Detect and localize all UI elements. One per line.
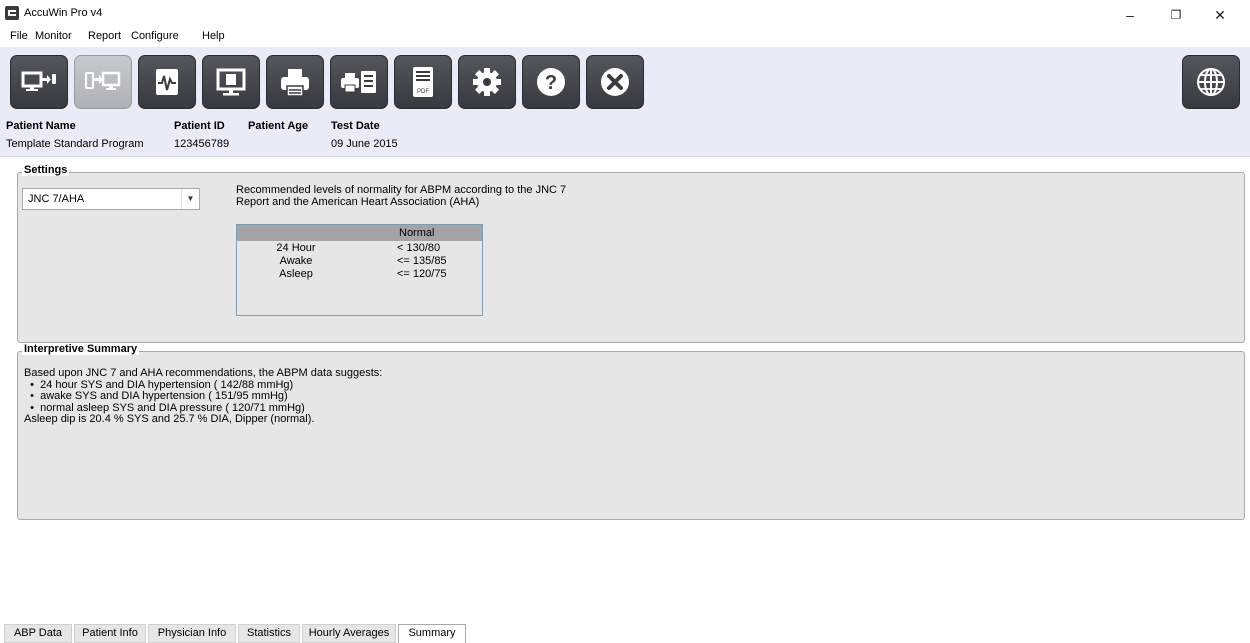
upload-to-monitor-button[interactable] (74, 55, 132, 109)
patient-id-label: Patient ID (174, 120, 225, 132)
export-pdf-button[interactable]: PDF (394, 55, 452, 109)
display-report-icon (216, 68, 246, 96)
patient-id-value: 123456789 (174, 138, 230, 150)
normality-table: Normal 24 Hour < 130/80 Awake <= 135/85 … (236, 224, 483, 316)
settings-group (17, 172, 1245, 343)
value-cell: <= 135/85 (397, 255, 447, 267)
chevron-down-icon[interactable]: ▼ (181, 189, 199, 209)
tab-hourly-averages[interactable]: Hourly Averages (302, 624, 396, 643)
print-list-icon (341, 71, 376, 93)
patient-age-label: Patient Age (248, 120, 309, 132)
language-button[interactable] (1182, 55, 1240, 109)
menu-monitor[interactable]: Monitor (35, 30, 72, 42)
menu-file[interactable]: File (10, 30, 28, 42)
tab-patient-info[interactable]: Patient Info (74, 624, 146, 643)
menu-help[interactable]: Help (202, 30, 225, 42)
summary-line: Asleep dip is 20.4 % SYS and 25.7 % DIA,… (24, 413, 315, 425)
period-cell: Asleep (279, 268, 313, 280)
svg-text:?: ? (545, 72, 557, 94)
settings-title: Settings (22, 164, 70, 176)
svg-text:PDF: PDF (417, 89, 429, 95)
close-button[interactable]: ✕ (1206, 4, 1234, 26)
toolbar: PDF ? Patient Name Template Standard Pro… (0, 47, 1250, 157)
close-circle-icon (601, 68, 629, 96)
gear-icon (473, 68, 501, 96)
period-cell: Awake (279, 255, 313, 267)
tab-statistics[interactable]: Statistics (238, 624, 300, 643)
computer-to-monitor-icon (85, 71, 121, 90)
menu-report[interactable]: Report (88, 30, 121, 42)
patient-name-value: Template Standard Program (6, 138, 144, 150)
summary-line: • awake SYS and DIA hypertension ( 151/9… (24, 390, 288, 402)
guideline-select[interactable]: JNC 7/AHA ▼ (22, 188, 200, 210)
help-icon: ? (537, 68, 565, 96)
table-row: 24 Hour < 130/80 (237, 242, 482, 255)
printer-icon (281, 69, 309, 97)
window-title: AccuWin Pro v4 (24, 7, 103, 19)
help-button[interactable]: ? (522, 55, 580, 109)
summary-line: Based upon JNC 7 and AHA recommendations… (24, 367, 383, 379)
guideline-select-value: JNC 7/AHA (28, 193, 85, 205)
pdf-icon: PDF (413, 67, 433, 97)
table-row: Asleep <= 120/75 (237, 268, 482, 281)
table-row: Awake <= 135/85 (237, 255, 482, 268)
test-date-value: 09 June 2015 (331, 138, 398, 150)
waveform-icon (156, 69, 178, 95)
normality-table-header: Normal (237, 225, 482, 241)
description-line-2: Report and the American Heart Associatio… (236, 196, 480, 208)
display-report-button[interactable] (202, 55, 260, 109)
minimize-button[interactable]: – (1116, 4, 1144, 26)
patient-name-label: Patient Name (6, 120, 76, 132)
test-date-label: Test Date (331, 120, 380, 132)
menu-configure[interactable]: Configure (131, 30, 179, 42)
value-cell: < 130/80 (397, 242, 441, 254)
settings-button[interactable] (458, 55, 516, 109)
exit-button[interactable] (586, 55, 644, 109)
app-logo-icon (5, 6, 19, 20)
monitor-to-computer-icon (21, 71, 56, 91)
download-from-monitor-button[interactable] (10, 55, 68, 109)
menu-bar: File Monitor Report Configure Help (0, 28, 1250, 46)
print-list-button[interactable] (330, 55, 388, 109)
tab-abp-data[interactable]: ABP Data (4, 624, 72, 643)
description-line-1: Recommended levels of normality for ABPM… (236, 184, 567, 196)
value-cell: <= 120/75 (397, 268, 447, 280)
summary-text: Based upon JNC 7 and AHA recommendations… (24, 367, 383, 426)
globe-icon (1197, 68, 1225, 96)
tab-bar: ABP Data Patient Info Physician Info Sta… (0, 624, 1250, 643)
period-cell: 24 Hour (276, 242, 316, 254)
summary-title: Interpretive Summary (22, 343, 140, 355)
title-bar: AccuWin Pro v4 – ❐ ✕ (0, 0, 1250, 28)
tab-physician-info[interactable]: Physician Info (148, 624, 236, 643)
print-button[interactable] (266, 55, 324, 109)
tab-summary[interactable]: Summary (398, 624, 466, 643)
settings-description: Recommended levels of normality for ABPM… (236, 184, 596, 208)
restore-button[interactable]: ❐ (1162, 4, 1190, 26)
normal-column-header: Normal (399, 227, 435, 239)
view-data-button[interactable] (138, 55, 196, 109)
